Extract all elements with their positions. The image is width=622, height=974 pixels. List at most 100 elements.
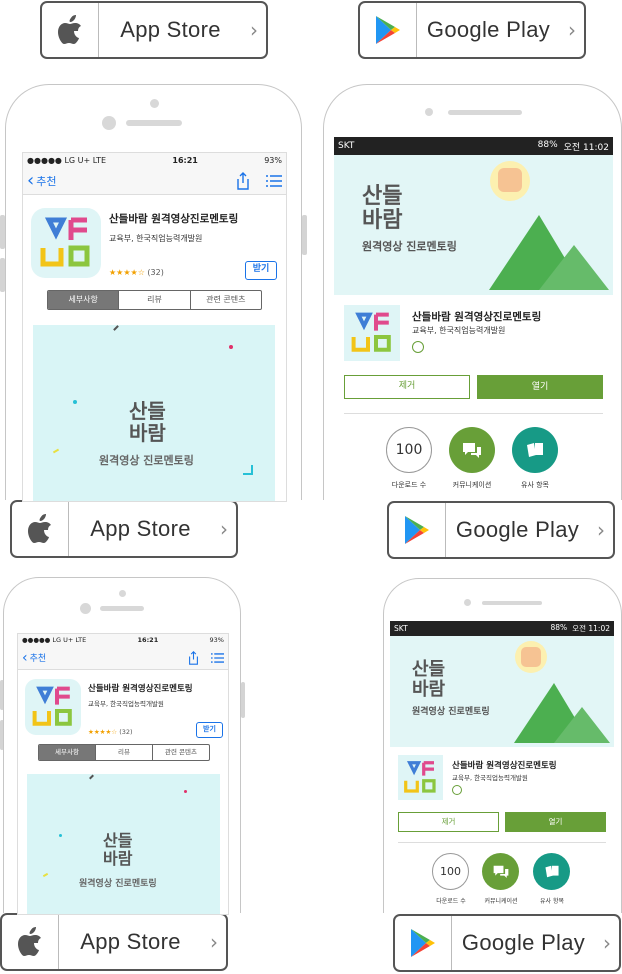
back-label: 추천 xyxy=(29,654,47,664)
google-play-badge[interactable]: Google Play › xyxy=(387,501,615,559)
tab-related[interactable]: 관련 콘텐츠 xyxy=(152,745,209,760)
logo-line2: 바람 xyxy=(362,208,403,233)
google-play-label: Google Play xyxy=(455,517,580,542)
back-button[interactable]: ‹ 추천 xyxy=(22,650,46,666)
similar-label: 유사 항목 xyxy=(540,898,564,905)
front-camera xyxy=(150,99,159,108)
app-icon xyxy=(344,305,400,361)
carrier-text: ●●●●● LG U+ LTE xyxy=(22,636,87,644)
tab-details[interactable]: 세부사항 xyxy=(39,745,95,760)
divider xyxy=(398,842,606,843)
tab-reviews[interactable]: 리뷰 xyxy=(118,291,189,309)
communication-label: 커뮤니케이션 xyxy=(484,898,518,905)
app-title: 산들바람 원격영상진로멘토링 xyxy=(412,311,542,323)
logo-line1: 산들 xyxy=(129,399,166,423)
google-play-badge[interactable]: Google Play › xyxy=(358,1,586,59)
chevron-right-icon: › xyxy=(210,930,218,954)
app-store-badge[interactable]: App Store › xyxy=(10,500,238,558)
similar-label: 유사 항목 xyxy=(521,481,549,489)
battery-text: 93% xyxy=(209,636,224,644)
front-camera xyxy=(425,108,433,116)
tab-details[interactable]: 세부사항 xyxy=(48,291,119,309)
segment-tabs: 세부사항 리뷰 관련 콘텐츠 xyxy=(38,744,210,761)
communication-label: 커뮤니케이션 xyxy=(452,481,492,489)
rating-stars: ★★★★☆ (32) xyxy=(88,728,133,736)
get-button[interactable]: 받기 xyxy=(196,722,223,738)
list-icon[interactable] xyxy=(266,174,282,187)
iphone-frame: ●●●●● LG U+ LTE 16:21 93% ‹ 추천 산들바람 원격영상… xyxy=(3,577,241,915)
google-play-icon xyxy=(360,3,417,57)
nav-bar: ‹ 추천 xyxy=(18,646,228,670)
chevron-right-icon: › xyxy=(597,518,605,542)
carrier-text: SKT xyxy=(394,624,408,633)
rating-count: (32) xyxy=(119,728,133,736)
app-icon xyxy=(31,208,101,278)
list-icon[interactable] xyxy=(211,652,224,663)
rating-stars: ★★★★☆ (32) xyxy=(109,268,164,277)
screenshot-preview[interactable]: 산들 바람 원격영상 진로멘토링 xyxy=(33,325,275,501)
get-button[interactable]: 받기 xyxy=(245,261,277,280)
logo-line2: 바람 xyxy=(103,849,133,868)
app-icon xyxy=(398,755,443,800)
tab-reviews[interactable]: 리뷰 xyxy=(95,745,152,760)
downloads-circle: 100 xyxy=(386,427,432,473)
android-frame: SKT 88% 오전 11:02 산들 바람 원격영상 진로멘토링 산들바람 원… xyxy=(383,578,622,914)
similar-apps-icon[interactable] xyxy=(512,427,558,473)
tagline: 원격영상 진로멘토링 xyxy=(362,240,457,253)
app-store-label: App Store xyxy=(80,929,181,954)
chevron-right-icon: › xyxy=(250,18,258,42)
apple-icon xyxy=(42,3,99,57)
communication-icon[interactable] xyxy=(449,427,495,473)
back-label: 추천 xyxy=(36,174,57,188)
developer-name[interactable]: 교육부, 한국직업능력개발원 xyxy=(109,233,202,244)
app-title: 산들바람 원격영상진로멘토링 xyxy=(452,761,557,771)
status-bar: SKT 88% 오전 11:02 xyxy=(334,137,613,155)
remove-button[interactable]: 제거 xyxy=(398,812,499,832)
downloads-label: 다운로드 수 xyxy=(436,898,466,905)
app-store-label: App Store xyxy=(90,516,191,541)
mountain-graphic xyxy=(514,683,610,743)
google-play-label: Google Play xyxy=(461,930,586,955)
app-title: 산들바람 원격영상진로멘토링 xyxy=(88,684,193,694)
feature-banner: 산들 바람 원격영상 진로멘토링 xyxy=(390,636,614,747)
clock-text: 16:21 xyxy=(137,636,159,644)
developer-name[interactable]: 교육부, 한국직업능력개발원 xyxy=(412,325,505,336)
app-store-badge[interactable]: App Store › xyxy=(0,913,228,971)
status-bar: ●●●●● LG U+ LTE 16:21 93% xyxy=(23,153,286,167)
similar-apps-icon[interactable] xyxy=(533,853,570,890)
app-store-badge[interactable]: App Store › xyxy=(40,1,268,59)
carrier-text: SKT xyxy=(338,141,355,151)
chevron-right-icon: › xyxy=(220,517,228,541)
status-bar: SKT 88% 오전 11:02 xyxy=(390,621,614,636)
earpiece-speaker xyxy=(482,601,542,605)
open-button[interactable]: 열기 xyxy=(477,375,603,399)
logo-line2: 바람 xyxy=(129,421,166,445)
screenshot-preview[interactable]: 산들 바람 원격영상 진로멘토링 xyxy=(27,774,220,914)
open-button[interactable]: 열기 xyxy=(505,812,606,832)
nav-bar: ‹ 추천 xyxy=(23,167,286,195)
back-button[interactable]: ‹ 추천 xyxy=(27,170,56,191)
downloads-circle: 100 xyxy=(432,853,469,890)
app-icon xyxy=(25,679,81,735)
downloads-label: 다운로드 수 xyxy=(391,481,427,489)
logo-line1: 산들 xyxy=(362,184,403,209)
android-frame: SKT 88% 오전 11:02 산들 바람 원격영상 진로멘토링 산들바람 원… xyxy=(323,84,622,501)
remove-button[interactable]: 제거 xyxy=(344,375,470,399)
google-play-badge[interactable]: Google Play › xyxy=(393,914,621,972)
earpiece-speaker xyxy=(448,110,522,115)
android-screen: SKT 88% 오전 11:02 산들 바람 원격영상 진로멘토링 산들바람 원… xyxy=(334,137,613,501)
share-icon[interactable] xyxy=(188,650,199,665)
battery-text: 88% xyxy=(550,623,568,632)
tab-related[interactable]: 관련 콘텐츠 xyxy=(189,291,261,309)
battery-text: 93% xyxy=(264,155,282,165)
developer-name[interactable]: 교육부, 한국직업능력개발원 xyxy=(88,698,164,708)
apple-icon xyxy=(2,915,59,969)
share-icon[interactable] xyxy=(236,171,250,190)
front-camera xyxy=(102,116,116,130)
chevron-left-icon: ‹ xyxy=(27,170,35,191)
earpiece-speaker xyxy=(126,120,182,126)
developer-name[interactable]: 교육부, 한국직업능력개발원 xyxy=(452,772,528,782)
iphone-frame: ●●●●● LG U+ LTE 16:21 93% ‹ 추천 산들바람 원격영상… xyxy=(5,84,302,502)
communication-icon[interactable] xyxy=(482,853,519,890)
front-camera xyxy=(464,599,471,606)
